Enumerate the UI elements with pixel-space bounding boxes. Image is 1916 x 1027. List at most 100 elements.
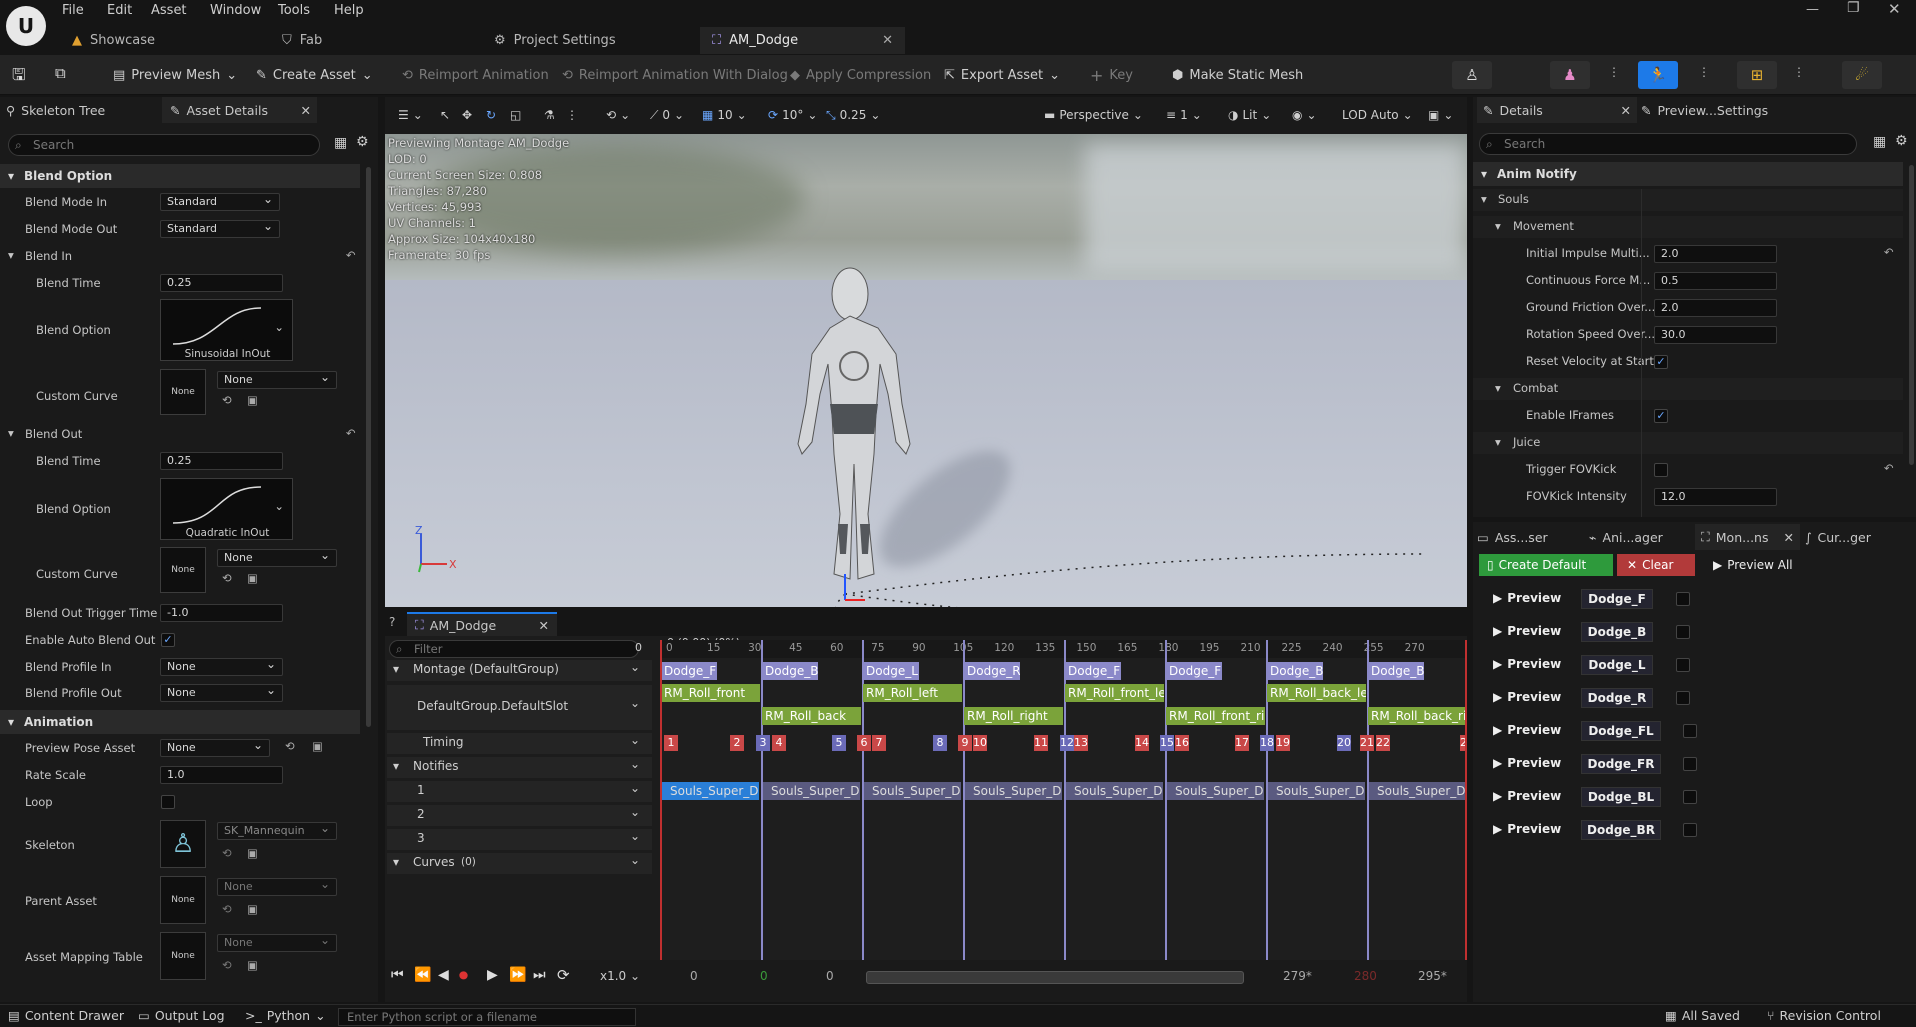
track-notify-1[interactable]: 1 ⌄ bbox=[387, 781, 652, 802]
use-selected-icon[interactable]: ⟲ bbox=[222, 393, 232, 407]
table-view-icon[interactable]: ▦ bbox=[1873, 134, 1886, 150]
preview-button[interactable]: ▶ Preview bbox=[1493, 789, 1561, 803]
trigger-fovkick-checkbox[interactable] bbox=[1654, 463, 1668, 477]
select-icon[interactable]: ↖ bbox=[440, 104, 450, 126]
browse-icon[interactable]: ▣ bbox=[247, 846, 258, 860]
chevron-down-icon[interactable]: ⌄ bbox=[630, 829, 640, 843]
more-options-icon[interactable]: ⋮ bbox=[1793, 65, 1805, 79]
show-button[interactable]: ◉ ⌄ bbox=[1292, 104, 1317, 126]
skeleton-dropdown[interactable]: SK_Mannequin bbox=[217, 820, 337, 840]
menu-help[interactable]: Help bbox=[334, 3, 364, 18]
reset-icon[interactable]: ↶ bbox=[1884, 461, 1894, 475]
tab-details[interactable]: ✎ Details ✕ bbox=[1477, 97, 1637, 123]
section-divider[interactable] bbox=[963, 640, 965, 960]
help-icon[interactable]: ? bbox=[389, 615, 395, 629]
scrollbar[interactable] bbox=[366, 167, 371, 727]
gear-icon[interactable]: ⚙ bbox=[1895, 133, 1908, 149]
close-tab-icon[interactable]: ✕ bbox=[1621, 103, 1631, 118]
blend-out-trigger-input[interactable]: -1.0 bbox=[160, 604, 283, 622]
timing-marker[interactable]: 5 bbox=[832, 735, 846, 751]
key-button[interactable]: + Key bbox=[1090, 63, 1133, 87]
gear-icon[interactable]: ⚙ bbox=[356, 134, 369, 150]
movement-group[interactable]: ▾ Movement bbox=[1473, 216, 1903, 238]
montage-section[interactable]: Dodge_BR bbox=[1368, 662, 1424, 680]
camera-speed-icon[interactable]: ⚗ bbox=[544, 104, 555, 126]
montage-section[interactable]: Dodge_B bbox=[762, 662, 818, 680]
tab-am-dodge[interactable]: ⛶ AM_Dodge ✕ bbox=[700, 27, 905, 54]
play-icon[interactable]: ▶ bbox=[487, 967, 498, 983]
browse-icon[interactable]: ▣ bbox=[247, 958, 258, 972]
close-tab-icon[interactable]: ✕ bbox=[539, 618, 549, 633]
timing-marker[interactable]: 3 bbox=[756, 735, 770, 751]
perspective-button[interactable]: ▬ Perspective ⌄ bbox=[1044, 104, 1143, 126]
preview-pose-asset-dropdown[interactable]: None bbox=[160, 737, 270, 757]
make-static-mesh-button[interactable]: ⬢ Make Static Mesh bbox=[1172, 63, 1303, 87]
preview-button[interactable]: ▶ Preview bbox=[1493, 756, 1561, 770]
browse-icon[interactable]: ▣ bbox=[247, 902, 258, 916]
montage-section[interactable]: Dodge_BL bbox=[1267, 662, 1323, 680]
custom-curve-dropdown[interactable]: None bbox=[217, 547, 337, 567]
track-filter[interactable]: ⌕ Filter bbox=[389, 640, 639, 658]
section-preview-checkbox[interactable] bbox=[1683, 823, 1697, 837]
timing-marker[interactable]: 22 bbox=[1376, 735, 1390, 751]
reimport-button[interactable]: ⟲ Reimport Animation bbox=[402, 63, 549, 87]
montage-section[interactable]: Dodge_L bbox=[863, 662, 919, 680]
custom-curve-dropdown[interactable]: None bbox=[217, 369, 337, 389]
notify-event[interactable]: Souls_Super_Dodge bbox=[864, 782, 961, 800]
anim-segment[interactable]: RM_Roll_front_right bbox=[1166, 707, 1265, 725]
use-selected-icon[interactable]: ⟲ bbox=[222, 846, 232, 860]
scale-snap-button[interactable]: ⤡ 0.25 ⌄ bbox=[826, 104, 880, 126]
export-asset-button[interactable]: ⇱ Export Asset ⌄ bbox=[944, 63, 1060, 87]
blend-mode-in-dropdown[interactable]: Standard bbox=[160, 191, 280, 211]
fovkick-intensity-input[interactable]: 12.0 bbox=[1654, 488, 1777, 506]
tab-fab[interactable]: ⛉ Fab bbox=[270, 27, 390, 54]
minimize-icon[interactable]: — bbox=[1806, 2, 1819, 17]
lod-button[interactable]: LOD Auto ⌄ bbox=[1342, 104, 1413, 126]
viewport-options-button[interactable]: ☰ ⌄ bbox=[398, 104, 423, 126]
browse-icon[interactable]: ⧉ bbox=[55, 64, 66, 82]
custom-curve-thumbnail[interactable]: None bbox=[160, 369, 206, 415]
record-icon[interactable]: ⏺ bbox=[459, 965, 468, 986]
category-animation[interactable]: ▾ Animation bbox=[0, 710, 360, 734]
tab-am-dodge-timeline[interactable]: ⛶ AM_Dodge ✕ bbox=[407, 612, 557, 636]
montage-section[interactable]: Dodge_F bbox=[661, 662, 717, 680]
timing-marker[interactable]: 9 bbox=[958, 735, 972, 751]
timeline-scrollbar[interactable] bbox=[866, 971, 1244, 984]
lit-button[interactable]: ◑ Lit ⌄ bbox=[1228, 104, 1271, 126]
notify-event[interactable]: Souls_Super_Dodge bbox=[1369, 782, 1466, 800]
range-end[interactable]: 279* bbox=[1283, 969, 1312, 983]
chevron-down-icon[interactable]: ⌄ bbox=[630, 853, 640, 867]
tab-anim-notifies-manager[interactable]: ⌁ Ani...ager bbox=[1589, 524, 1663, 550]
python-dropdown[interactable]: >_ Python ⌄ bbox=[245, 1008, 326, 1023]
souls-group[interactable]: ▾ Souls bbox=[1473, 189, 1903, 211]
loop-checkbox[interactable] bbox=[161, 795, 175, 809]
reset-icon[interactable]: ↶ bbox=[346, 426, 356, 440]
more-options-icon[interactable]: ⋮ bbox=[1698, 65, 1710, 79]
tab-showcase[interactable]: ▲ Showcase bbox=[60, 27, 210, 54]
surface-snap-button[interactable]: ⟋ 0 ⌄ bbox=[650, 104, 684, 126]
section-preview-checkbox[interactable] bbox=[1683, 724, 1697, 738]
track-notify-2[interactable]: 2 ⌄ bbox=[387, 805, 652, 826]
unreal-logo-icon[interactable]: U bbox=[6, 6, 46, 46]
category-anim-notify[interactable]: ▾ Anim Notify bbox=[1473, 162, 1903, 186]
anim-segment[interactable]: RM_Roll_right bbox=[964, 707, 1063, 725]
range-red[interactable]: 280 bbox=[1354, 969, 1377, 983]
section-preview-checkbox[interactable] bbox=[1676, 625, 1690, 639]
timing-marker[interactable]: 15 bbox=[1160, 735, 1174, 751]
timing-marker[interactable]: 1 bbox=[664, 735, 678, 751]
anim-segment[interactable]: RM_Roll_back bbox=[762, 707, 861, 725]
preview-button[interactable]: ▶ Preview bbox=[1493, 591, 1561, 605]
tab-curves[interactable]: ∫ Cur...ger bbox=[1805, 524, 1871, 550]
montage-section[interactable]: Dodge_FR bbox=[1166, 662, 1222, 680]
rotate-icon[interactable]: ↻ bbox=[486, 104, 496, 126]
timing-marker[interactable]: 13 bbox=[1074, 735, 1088, 751]
skeleton-mode-button[interactable]: ♙ bbox=[1452, 61, 1492, 89]
translate-icon[interactable]: ✥ bbox=[462, 104, 472, 126]
notify-event[interactable]: Souls_Super_Dodge bbox=[965, 782, 1062, 800]
details-search[interactable]: ⌕ Search bbox=[1479, 133, 1857, 155]
reset-velocity-checkbox[interactable]: ✓ bbox=[1654, 355, 1668, 369]
notify-event[interactable]: Souls_Super_Dodge bbox=[1167, 782, 1264, 800]
scale-icon[interactable]: ◱ bbox=[510, 104, 521, 126]
menu-asset[interactable]: Asset bbox=[151, 3, 187, 18]
timing-marker[interactable]: 12 bbox=[1060, 735, 1074, 751]
